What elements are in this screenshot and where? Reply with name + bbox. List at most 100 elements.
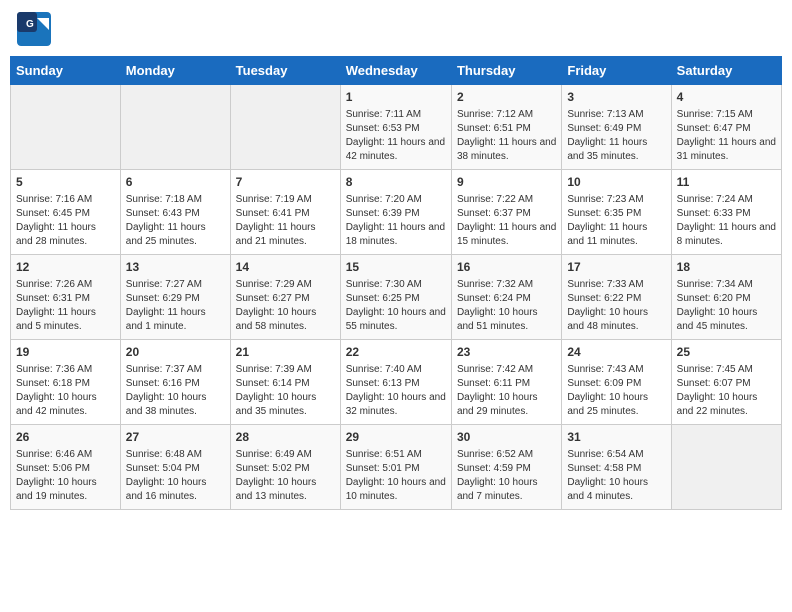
day-cell: 20 Sunrise: 7:37 AM Sunset: 6:16 PM Dayli… [120,340,230,425]
day-info: Sunrise: 7:16 AM Sunset: 6:45 PM Dayligh… [16,193,115,249]
day-cell: 28 Sunrise: 6:49 AM Sunset: 5:02 PM Dayli… [230,425,340,510]
day-cell: 27 Sunrise: 6:48 AM Sunset: 5:04 PM Dayli… [120,425,230,510]
day-number: 12 [16,259,115,276]
day-info: Sunrise: 7:45 AM Sunset: 6:07 PM Dayligh… [677,363,776,419]
day-info: Sunrise: 6:51 AM Sunset: 5:01 PM Dayligh… [346,448,446,504]
day-info: Sunrise: 7:40 AM Sunset: 6:13 PM Dayligh… [346,363,446,419]
week-row-1: 1Sunrise: 7:11 AM Sunset: 6:53 PM Daylig… [11,85,782,170]
day-cell: 19Sunrise: 7:36 AM Sunset: 6:18 PM Dayli… [11,340,121,425]
day-number: 9 [457,174,556,191]
day-info: Sunrise: 6:46 AM Sunset: 5:06 PM Dayligh… [16,448,115,504]
day-cell: 16 Sunrise: 7:32 AM Sunset: 6:24 PM Dayli… [451,255,561,340]
day-number: 20 [126,344,225,361]
day-cell [11,85,121,170]
day-cell: 12Sunrise: 7:26 AM Sunset: 6:31 PM Dayli… [11,255,121,340]
day-info: Sunrise: 7:19 AM Sunset: 6:41 PM Dayligh… [236,193,335,249]
day-cell: 29 Sunrise: 6:51 AM Sunset: 5:01 PM Dayli… [340,425,451,510]
day-cell [671,425,781,510]
day-number: 7 [236,174,335,191]
day-number: 10 [567,174,665,191]
day-number: 17 [567,259,665,276]
day-number: 3 [567,89,665,106]
day-number: 18 [677,259,776,276]
day-info: Sunrise: 7:37 AM Sunset: 6:16 PM Dayligh… [126,363,225,419]
logo-icon: G [15,10,51,46]
day-cell: 10Sunrise: 7:23 AM Sunset: 6:35 PM Dayli… [562,170,671,255]
week-row-4: 19Sunrise: 7:36 AM Sunset: 6:18 PM Dayli… [11,340,782,425]
day-cell: 23Sunrise: 7:42 AM Sunset: 6:11 PM Dayli… [451,340,561,425]
day-number: 16 [457,259,556,276]
day-info: Sunrise: 7:27 AM Sunset: 6:29 PM Dayligh… [126,278,225,334]
column-header-sunday: Sunday [11,57,121,85]
day-cell [230,85,340,170]
day-info: Sunrise: 6:52 AM Sunset: 4:59 PM Dayligh… [457,448,556,504]
day-cell: 3Sunrise: 7:13 AM Sunset: 6:49 PM Daylig… [562,85,671,170]
day-number: 5 [16,174,115,191]
day-cell: 4Sunrise: 7:15 AM Sunset: 6:47 PM Daylig… [671,85,781,170]
day-info: Sunrise: 7:30 AM Sunset: 6:25 PM Dayligh… [346,278,446,334]
day-cell: 13 Sunrise: 7:27 AM Sunset: 6:29 PM Dayli… [120,255,230,340]
day-cell: 2Sunrise: 7:12 AM Sunset: 6:51 PM Daylig… [451,85,561,170]
day-number: 8 [346,174,446,191]
day-number: 24 [567,344,665,361]
day-cell [120,85,230,170]
day-cell: 17 Sunrise: 7:33 AM Sunset: 6:22 PM Dayli… [562,255,671,340]
column-header-monday: Monday [120,57,230,85]
day-number: 28 [236,429,335,446]
day-info: Sunrise: 7:18 AM Sunset: 6:43 PM Dayligh… [126,193,225,249]
day-info: Sunrise: 6:49 AM Sunset: 5:02 PM Dayligh… [236,448,335,504]
day-cell: 7 Sunrise: 7:19 AM Sunset: 6:41 PM Daylig… [230,170,340,255]
svg-text:G: G [26,19,34,30]
day-info: Sunrise: 6:48 AM Sunset: 5:04 PM Dayligh… [126,448,225,504]
calendar-table: SundayMondayTuesdayWednesdayThursdayFrid… [10,56,782,510]
header-row: SundayMondayTuesdayWednesdayThursdayFrid… [11,57,782,85]
day-cell: 31 Sunrise: 6:54 AM Sunset: 4:58 PM Dayli… [562,425,671,510]
day-number: 13 [126,259,225,276]
day-number: 2 [457,89,556,106]
day-cell: 25 Sunrise: 7:45 AM Sunset: 6:07 PM Dayli… [671,340,781,425]
day-cell: 26 Sunrise: 6:46 AM Sunset: 5:06 PM Dayli… [11,425,121,510]
day-info: Sunrise: 7:32 AM Sunset: 6:24 PM Dayligh… [457,278,556,334]
day-cell: 9 Sunrise: 7:22 AM Sunset: 6:37 PM Daylig… [451,170,561,255]
day-info: Sunrise: 7:29 AM Sunset: 6:27 PM Dayligh… [236,278,335,334]
day-info: Sunrise: 7:22 AM Sunset: 6:37 PM Dayligh… [457,193,556,249]
logo: G [15,10,55,46]
column-header-wednesday: Wednesday [340,57,451,85]
week-row-3: 12Sunrise: 7:26 AM Sunset: 6:31 PM Dayli… [11,255,782,340]
day-info: Sunrise: 7:42 AM Sunset: 6:11 PM Dayligh… [457,363,556,419]
day-number: 26 [16,429,115,446]
day-cell: 24 Sunrise: 7:43 AM Sunset: 6:09 PM Dayli… [562,340,671,425]
column-header-friday: Friday [562,57,671,85]
day-number: 31 [567,429,665,446]
day-number: 29 [346,429,446,446]
day-cell: 6Sunrise: 7:18 AM Sunset: 6:43 PM Daylig… [120,170,230,255]
day-number: 14 [236,259,335,276]
day-number: 11 [677,174,776,191]
day-cell: 22 Sunrise: 7:40 AM Sunset: 6:13 PM Dayli… [340,340,451,425]
page-header: G [10,10,782,46]
day-info: Sunrise: 7:24 AM Sunset: 6:33 PM Dayligh… [677,193,776,249]
day-number: 30 [457,429,556,446]
day-cell: 11 Sunrise: 7:24 AM Sunset: 6:33 PM Dayli… [671,170,781,255]
day-info: Sunrise: 7:43 AM Sunset: 6:09 PM Dayligh… [567,363,665,419]
day-info: Sunrise: 7:33 AM Sunset: 6:22 PM Dayligh… [567,278,665,334]
day-info: Sunrise: 6:54 AM Sunset: 4:58 PM Dayligh… [567,448,665,504]
day-info: Sunrise: 7:20 AM Sunset: 6:39 PM Dayligh… [346,193,446,249]
week-row-5: 26 Sunrise: 6:46 AM Sunset: 5:06 PM Dayli… [11,425,782,510]
day-number: 1 [346,89,446,106]
day-number: 22 [346,344,446,361]
day-cell: 15 Sunrise: 7:30 AM Sunset: 6:25 PM Dayli… [340,255,451,340]
day-number: 15 [346,259,446,276]
column-header-thursday: Thursday [451,57,561,85]
column-header-tuesday: Tuesday [230,57,340,85]
day-cell: 1Sunrise: 7:11 AM Sunset: 6:53 PM Daylig… [340,85,451,170]
day-number: 4 [677,89,776,106]
day-cell: 30 Sunrise: 6:52 AM Sunset: 4:59 PM Dayli… [451,425,561,510]
day-number: 27 [126,429,225,446]
day-cell: 14 Sunrise: 7:29 AM Sunset: 6:27 PM Dayli… [230,255,340,340]
day-info: Sunrise: 7:36 AM Sunset: 6:18 PM Dayligh… [16,363,115,419]
day-number: 25 [677,344,776,361]
week-row-2: 5 Sunrise: 7:16 AM Sunset: 6:45 PM Daylig… [11,170,782,255]
day-cell: 21Sunrise: 7:39 AM Sunset: 6:14 PM Dayli… [230,340,340,425]
day-cell: 8 Sunrise: 7:20 AM Sunset: 6:39 PM Daylig… [340,170,451,255]
